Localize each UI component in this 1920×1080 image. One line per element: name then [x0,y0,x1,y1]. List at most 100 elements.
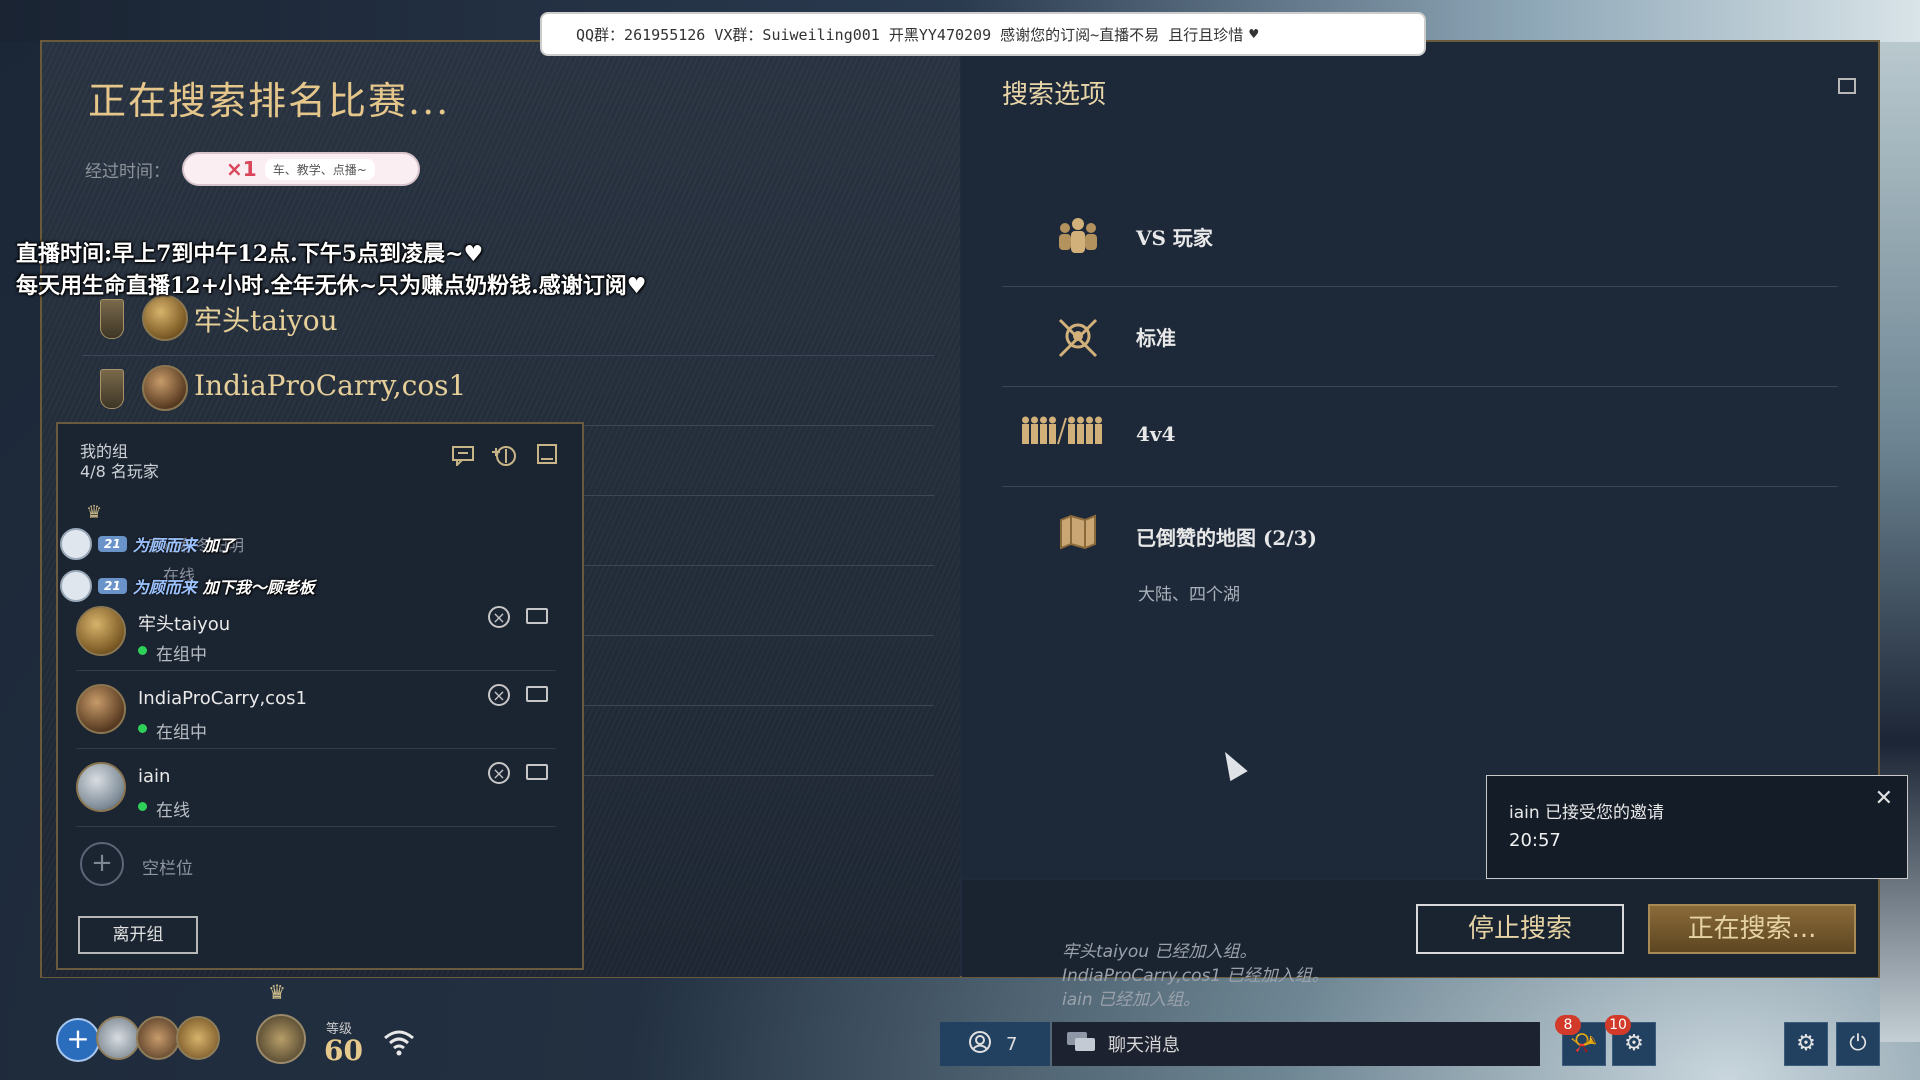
collapse-icon[interactable] [1838,78,1856,94]
player-row-empty [584,635,934,706]
avatar [76,762,126,812]
avatar [142,365,188,411]
player-name: 牢头taiyou [194,304,338,337]
chat-label: 聊天消息 [1108,1035,1180,1056]
chat-messages-button[interactable]: 聊天消息 [1052,1022,1540,1066]
selected-maps: 大陆、四个湖 [1138,585,1240,605]
leader-crown-icon: ♛ [86,502,103,523]
horn-icon: 📯 [1570,1031,1598,1056]
kick-icon[interactable]: × [488,606,510,628]
search-status-title: 正在搜索排名比赛... [88,79,451,123]
option-label: 标准 [1136,326,1176,350]
status-dot [138,802,147,811]
player-row-empty [584,425,934,496]
avatar [142,295,188,341]
add-member-icon[interactable]: + [80,842,124,886]
alerts-badge: 8 [1555,1015,1581,1035]
invite-notification: iain 已接受您的邀请 20:57 ✕ [1486,775,1908,879]
searching-button[interactable]: 正在搜索... [1648,904,1856,954]
close-icon[interactable]: ✕ [1875,786,1893,811]
rank-shield-icon [100,299,124,339]
players-icon [1054,214,1102,258]
party-avatar[interactable] [96,1016,140,1060]
danmaku-text: 加下我～顾老板 [202,578,315,597]
friends-icon [968,1030,992,1059]
rewards-button[interactable]: ⚙ 10 [1605,1015,1656,1066]
wifi-icon [382,1028,416,1058]
rank-shield-icon [100,369,124,409]
online-count: 7 [1006,1033,1018,1055]
party-avatar[interactable] [136,1016,180,1060]
elapsed-time-label: 经过时间： [85,162,170,182]
option-opponent[interactable]: VS 玩家 [1002,186,1838,287]
stream-badge-count: ×1 [226,157,257,181]
option-label: VS 玩家 [1136,226,1213,250]
chat-icon[interactable] [526,686,548,702]
danmaku-user: 为顾而来 [132,536,197,555]
group-member[interactable]: IndiaProCarry,cos1 在组中 × [76,672,556,749]
teams-icon [1020,414,1104,458]
avatar [76,684,126,734]
party-avatar[interactable] [176,1016,220,1060]
player-row-empty [584,495,934,566]
alerts-button[interactable]: 📯 8 [1555,1015,1606,1066]
group-panel: 我的组 4/8 名玩家 ♛ 牢头taiyou 在组中 × IndiaProCar… [56,422,584,970]
option-team-size[interactable]: 4v4 [1002,386,1838,487]
collapse-icon[interactable] [534,444,560,470]
group-member[interactable]: iain 在线 × [76,750,556,827]
member-status: 在组中 [156,645,207,665]
power-button[interactable]: ⏻ [1836,1022,1880,1066]
empty-slot-label: 空栏位 [142,859,193,879]
log-line: iain 已经加入组。 [1062,990,1201,1010]
invite-player-icon[interactable] [490,444,516,470]
stream-banner: QQ群：261955126 VX群：Suiweiling001 开黑YY4702… [540,12,1426,56]
player-name: IndiaProCarry,cos1 [194,369,467,402]
stream-badge: ×1 车、教学、点播~ [182,152,420,186]
avatar [60,570,92,602]
status-dot [138,646,147,655]
map-icon [1054,514,1102,558]
kick-icon[interactable]: × [488,684,510,706]
stop-search-button[interactable]: 停止搜索 [1416,904,1624,954]
chat-icon[interactable] [526,608,548,624]
kick-icon[interactable]: × [488,762,510,784]
member-status: 在线 [156,801,190,821]
notification-text: iain 已接受您的邀请 [1509,803,1665,823]
player-row-empty [584,705,934,776]
power-icon: ⏻ [1849,1031,1867,1056]
option-label: 已倒赞的地图 (2/3) [1136,526,1318,550]
group-member[interactable]: 牢头taiyou 在组中 × [76,594,556,671]
member-name: iain [138,766,171,787]
add-friend-button[interactable]: + [56,1018,100,1062]
member-status: 在组中 [156,723,207,743]
option-maps[interactable]: 已倒赞的地图 (2/3) [1002,486,1838,622]
status-dot [138,724,147,733]
leave-group-button[interactable]: 离开组 [78,916,198,954]
gear-icon: ⚙ [1796,1031,1816,1056]
stream-overlay-line-1: 直播时间:早上7到中午12点.下午5点到凌晨~♥ [16,241,484,267]
danmaku-text: 加了 [202,536,235,555]
stream-overlay-line-2: 每天用生命直播12+小时.全年无休~只为赚点奶粉钱.感谢订阅♥ [16,273,647,299]
notification-time: 20:57 [1509,830,1561,851]
fan-badge: 21 [98,536,127,552]
danmaku-message: 21 为顾而来 加下我～顾老板 [60,570,315,602]
member-name: 牢头taiyou [138,614,231,635]
my-avatar[interactable] [256,1014,306,1064]
option-mode[interactable]: 标准 [1002,286,1838,387]
group-join-log: 牢头taiyou 已经加入组。 IndiaProCarry,cos1 已经加入组… [1062,940,1329,1012]
chat-icon[interactable] [526,764,548,780]
stream-badge-text: 车、教学、点播~ [264,158,375,180]
log-line: IndiaProCarry,cos1 已经加入组。 [1062,966,1329,986]
player-row: IndiaProCarry,cos1 [82,355,934,426]
danmaku-user: 为顾而来 [132,578,197,597]
stream-banner-text: QQ群：261955126 VX群：Suiweiling001 开黑YY4702… [576,25,1244,44]
chat-icon [1066,1030,1096,1059]
settings-button[interactable]: ⚙ [1784,1022,1828,1066]
avatar [60,528,92,560]
fan-badge: 21 [98,578,127,594]
group-chat-icon[interactable] [450,444,476,470]
online-friends-button[interactable]: 7 [940,1022,1050,1066]
avatar [76,606,126,656]
member-name: IndiaProCarry,cos1 [138,688,307,709]
background-right [1880,42,1920,1042]
